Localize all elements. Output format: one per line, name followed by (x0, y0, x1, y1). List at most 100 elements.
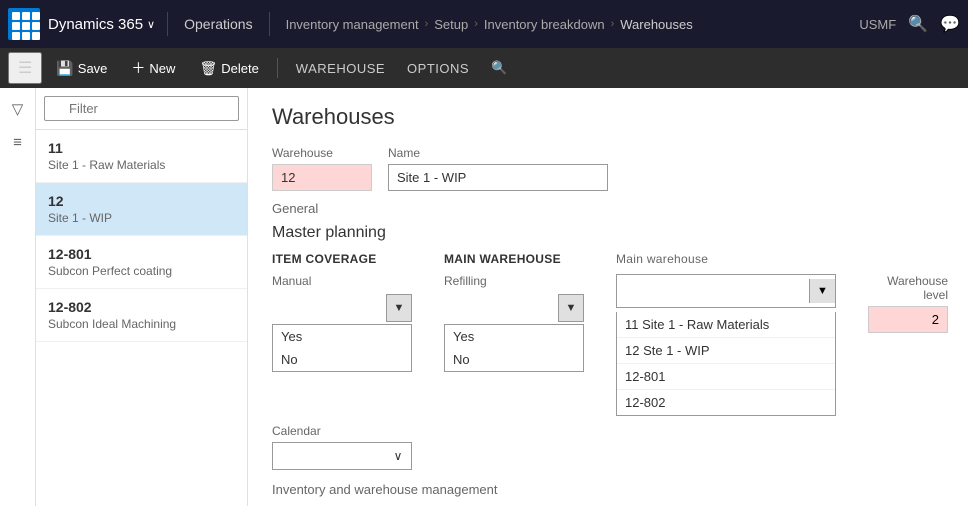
refilling-dropdown-wrap: ▼ (444, 294, 584, 322)
list-item[interactable]: 12-802 Subcon Ideal Machining (36, 289, 247, 342)
list-item[interactable]: 12 Site 1 - WIP (36, 183, 247, 236)
calendar-arrow[interactable]: ∨ (385, 443, 411, 469)
delete-label: Delete (221, 61, 259, 76)
nav-separator (167, 12, 168, 36)
delete-button[interactable]: 🗑 Delete (189, 56, 268, 81)
mw-list-item-1[interactable]: 11 Site 1 - Raw Materials (617, 312, 835, 338)
toolbar-search-icon[interactable]: 🔍 (491, 60, 507, 76)
name-label: Name (388, 146, 608, 160)
list-item-id: 12-801 (48, 246, 235, 262)
right-col: ▼ 11 Site 1 - Raw Materials 12 Ste 1 - W… (616, 274, 836, 416)
refilling-no-option[interactable]: No (445, 348, 583, 371)
main-warehouse-label-right: Main warehouse (616, 252, 836, 266)
new-button[interactable]: ＋ New (121, 54, 185, 82)
breadcrumb-sep-2: › (474, 18, 478, 30)
warehouse-name-row: Warehouse Name (272, 146, 944, 191)
toolbar: ☰ 💾 Save ＋ New 🗑 Delete WAREHOUSE OPTION… (0, 48, 968, 88)
main-warehouse-arrow[interactable]: ▼ (809, 279, 835, 303)
inventory-label: Inventory and warehouse management (272, 482, 944, 497)
right-content: Warehouses Warehouse Name General Master… (248, 88, 968, 506)
list-item[interactable]: 12-801 Subcon Perfect coating (36, 236, 247, 289)
list-item-name: Subcon Ideal Machining (48, 317, 235, 331)
message-icon[interactable]: 💬 (940, 14, 960, 34)
list-item-id: 12-802 (48, 299, 235, 315)
calendar-row: Calendar ∨ (272, 424, 944, 470)
master-planning-title: Master planning (272, 224, 944, 242)
brand-chevron: ∨ (147, 18, 155, 31)
refilling-label: Refilling (444, 274, 584, 288)
save-label: Save (78, 61, 108, 76)
new-label: New (149, 61, 175, 76)
refilling-yes-option[interactable]: Yes (445, 325, 583, 348)
filter-area: 🔍 11 Site 1 - Raw Materials 12 Site 1 - … (36, 88, 247, 506)
name-input[interactable] (388, 164, 608, 191)
module-label: Operations (176, 16, 260, 32)
refilling-options: Yes No (444, 324, 584, 372)
filter-input-container: 🔍 (44, 96, 239, 121)
name-field: Name (388, 146, 608, 191)
filter-input[interactable] (44, 96, 239, 121)
main-warehouse-list: 11 Site 1 - Raw Materials 12 Ste 1 - WIP… (616, 312, 836, 416)
warehouse-menu-item[interactable]: WAREHOUSE (286, 57, 395, 80)
manual-dropdown-arrow[interactable]: ▼ (386, 294, 412, 322)
list-item-name: Subcon Perfect coating (48, 264, 235, 278)
main-warehouse-col: Refilling ▼ Yes No (444, 274, 584, 372)
breadcrumb: Inventory management › Setup › Inventory… (286, 17, 693, 32)
list-items: 11 Site 1 - Raw Materials 12 Site 1 - WI… (36, 130, 247, 506)
warehouse-label: Warehouse (272, 146, 372, 160)
brand-label: Dynamics 365 (48, 16, 143, 33)
warehouse-level-col: Warehouse level (868, 274, 948, 333)
breadcrumb-item-3[interactable]: Inventory breakdown (484, 17, 605, 32)
breadcrumb-item-4: Warehouses (620, 17, 693, 32)
item-coverage-col: Manual ▼ Yes No (272, 274, 412, 372)
brand-button[interactable]: Dynamics 365 ∨ (48, 16, 159, 33)
mw-list-item-3[interactable]: 12-801 (617, 364, 835, 390)
item-coverage-label: ITEM COVERAGE (272, 252, 412, 266)
planning-row: Manual ▼ Yes No Refilling ▼ (272, 274, 944, 416)
panel-with-icons: ▽ ≡ 🔍 11 Site 1 - Raw Materials 12 (0, 88, 247, 506)
main-layout: ▽ ≡ 🔍 11 Site 1 - Raw Materials 12 (0, 88, 968, 506)
manual-dropdown-wrap: ▼ (272, 294, 412, 322)
list-item-name: Site 1 - Raw Materials (48, 158, 235, 172)
manual-no-option[interactable]: No (273, 348, 411, 371)
mw-list-item-2[interactable]: 12 Ste 1 - WIP (617, 338, 835, 364)
calendar-field: Calendar ∨ (272, 424, 412, 470)
toolbar-menu: WAREHOUSE OPTIONS (286, 57, 479, 80)
main-warehouse-dropdown[interactable]: ▼ (616, 274, 836, 308)
region-label: USMF (859, 17, 896, 32)
options-menu-item[interactable]: OPTIONS (397, 57, 479, 80)
warehouse-input[interactable] (272, 164, 372, 191)
manual-options: Yes No (272, 324, 412, 372)
nav-right: USMF 🔍 💬 (859, 14, 960, 34)
list-panel-icon[interactable]: ≡ (9, 130, 26, 155)
app-grid-icon[interactable] (8, 8, 40, 40)
breadcrumb-item-2[interactable]: Setup (434, 17, 468, 32)
manual-label: Manual (272, 274, 412, 288)
list-item-id: 12 (48, 193, 235, 209)
save-button[interactable]: 💾 Save (46, 56, 117, 81)
filter-panel-icon[interactable]: ▽ (8, 96, 28, 122)
calendar-dropdown[interactable]: ∨ (272, 442, 412, 470)
manual-yes-option[interactable]: Yes (273, 325, 411, 348)
general-label: General (272, 201, 944, 216)
top-navigation: Dynamics 365 ∨ Operations Inventory mana… (0, 0, 968, 48)
nav-separator-2 (269, 12, 270, 36)
warehouse-level-input[interactable] (868, 306, 948, 333)
breadcrumb-sep-3: › (611, 18, 615, 30)
mw-list-item-4[interactable]: 12-802 (617, 390, 835, 415)
delete-icon: 🗑 (199, 60, 217, 77)
page-title: Warehouses (272, 104, 944, 130)
warehouse-field: Warehouse (272, 146, 372, 191)
subsection-header: ITEM COVERAGE MAIN WAREHOUSE Main wareho… (272, 252, 944, 266)
new-icon: ＋ (131, 58, 145, 78)
save-icon: 💾 (56, 60, 73, 77)
list-item-id: 11 (48, 140, 235, 156)
search-icon[interactable]: 🔍 (908, 14, 928, 34)
hamburger-button[interactable]: ☰ (8, 52, 42, 84)
toolbar-separator (277, 58, 278, 78)
breadcrumb-item-1[interactable]: Inventory management (286, 17, 419, 32)
refilling-dropdown-arrow[interactable]: ▼ (558, 294, 584, 322)
main-warehouse-col-label: MAIN WAREHOUSE (444, 252, 584, 266)
breadcrumb-sep-1: › (425, 18, 429, 30)
list-item[interactable]: 11 Site 1 - Raw Materials (36, 130, 247, 183)
